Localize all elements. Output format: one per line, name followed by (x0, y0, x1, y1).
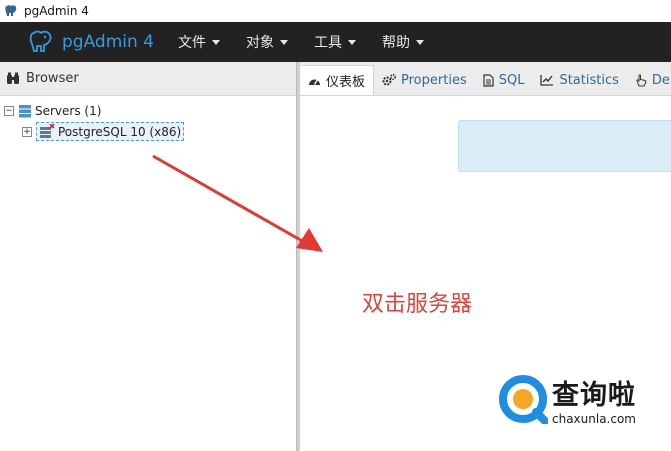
browser-panel-title: Browser (26, 71, 79, 86)
brand-name: pgAdmin 4 (62, 32, 154, 52)
pgadmin-elephant-icon (4, 4, 18, 18)
expand-toggle[interactable]: + (22, 126, 32, 137)
menu-object-label: 对象 (245, 35, 274, 51)
server-group-icon (18, 104, 32, 118)
menu-object[interactable]: 对象 (246, 32, 288, 52)
menu-help[interactable]: 帮助 (382, 32, 424, 52)
tab-sql[interactable]: SQL (475, 65, 533, 95)
window-titlebar: pgAdmin 4 (0, 0, 671, 22)
dashboard-info-box (458, 120, 671, 172)
search-logo-icon (498, 374, 549, 425)
dashboard-icon (308, 75, 321, 87)
menu-tools[interactable]: 工具 (314, 32, 356, 52)
annotation-text: 双击服务器 (362, 292, 473, 317)
file-icon (483, 73, 494, 87)
caret-down-icon (211, 39, 220, 45)
servers-label: Servers (1) (35, 103, 102, 118)
watermark-url: chaxunla.com (552, 411, 636, 426)
tab-bar: 仪表板 Properties SQL Statistics De (300, 62, 671, 96)
tab-properties-label: Properties (401, 72, 467, 88)
watermark: 查询啦 chaxunla.com (498, 364, 668, 434)
gears-icon (382, 74, 396, 86)
tab-statistics-label: Statistics (559, 72, 619, 88)
main-navbar: pgAdmin 4 文件 对象 工具 帮助 (0, 22, 671, 62)
watermark-cn: 查询啦 (552, 379, 636, 411)
line-chart-icon (540, 74, 554, 86)
server-label: PostgreSQL 10 (x86) (58, 124, 182, 139)
collapse-toggle[interactable]: − (4, 105, 14, 116)
caret-down-icon (415, 39, 424, 45)
tab-dashboard[interactable]: 仪表板 (300, 65, 375, 95)
tab-statistics[interactable]: Statistics (532, 65, 626, 95)
menu-help-label: 帮助 (381, 35, 410, 51)
brand[interactable]: pgAdmin 4 (28, 29, 154, 55)
menu-file-label: 文件 (177, 35, 206, 51)
tab-dependencies-label: Deper (651, 72, 671, 88)
tree-row-server[interactable]: + PostgreSQL 10 (x86) (4, 121, 296, 142)
browser-panel: Browser − Servers (1) + PostgreSQL 10 (x… (0, 62, 296, 451)
tab-sql-label: SQL (498, 72, 525, 88)
hand-pointer-icon (635, 73, 647, 87)
server-node[interactable]: PostgreSQL 10 (x86) (36, 122, 185, 141)
tree-row-servers[interactable]: − Servers (1) (4, 100, 296, 121)
object-tree: − Servers (1) + PostgreSQL 10 (x86) (0, 96, 296, 142)
tab-dependencies[interactable]: Deper (627, 65, 671, 95)
menu-file[interactable]: 文件 (178, 32, 220, 52)
window-title: pgAdmin 4 (24, 4, 89, 18)
tab-properties[interactable]: Properties (374, 65, 475, 95)
caret-down-icon (347, 39, 356, 45)
browser-panel-header[interactable]: Browser (0, 62, 296, 96)
menu-tools-label: 工具 (313, 35, 342, 51)
watermark-text: 查询啦 chaxunla.com (552, 373, 636, 426)
pgadmin-logo-icon (28, 29, 54, 55)
tab-dashboard-label: 仪表板 (326, 75, 366, 90)
caret-down-icon (279, 39, 288, 45)
binoculars-icon (6, 72, 20, 85)
server-disconnected-icon (39, 124, 55, 139)
